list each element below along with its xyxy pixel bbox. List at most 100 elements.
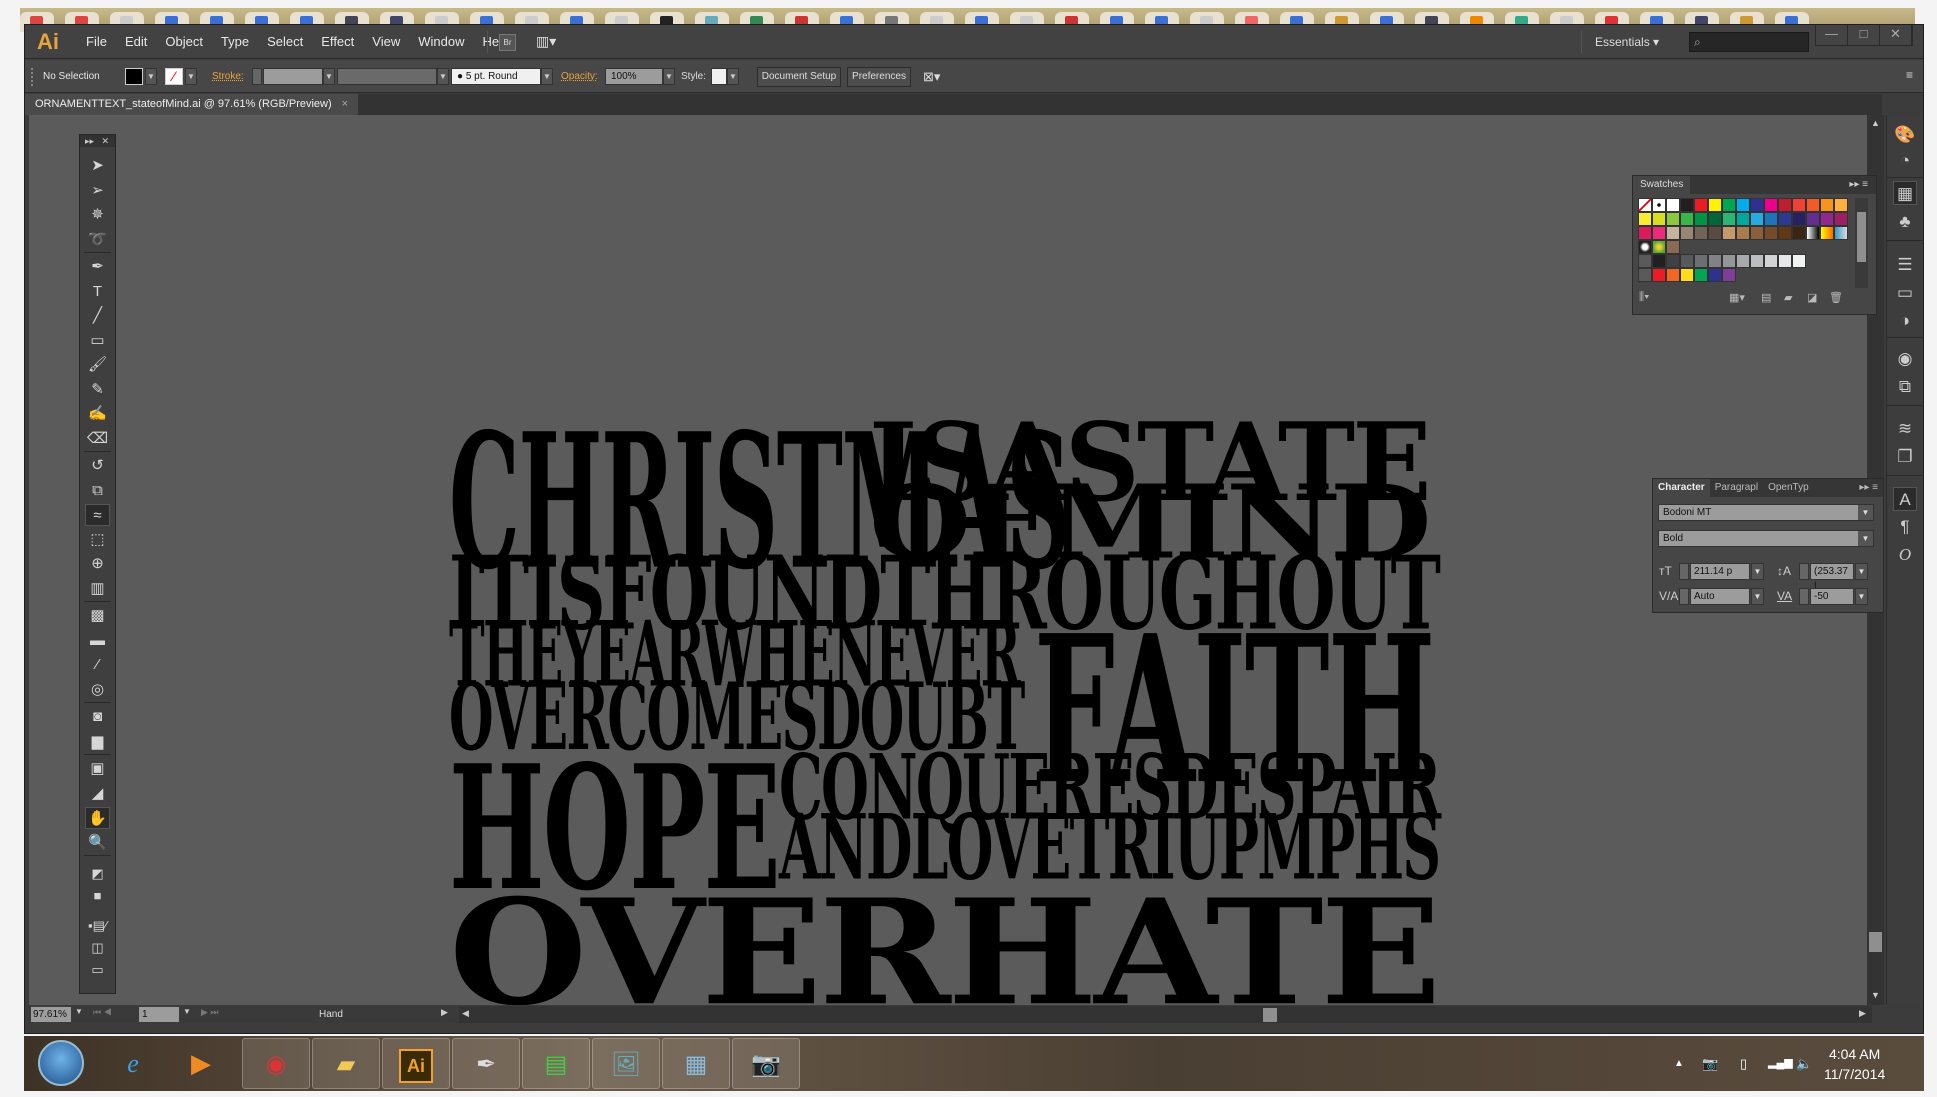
swatch[interactable] bbox=[1694, 268, 1708, 282]
new-swatch-icon[interactable]: ◪ bbox=[1807, 291, 1817, 304]
swatch[interactable] bbox=[1736, 226, 1750, 240]
zoom-level-field[interactable]: 97.61% bbox=[31, 1007, 71, 1022]
paragraph-panel-icon[interactable]: ¶ bbox=[1893, 515, 1917, 539]
stroke-weight-stepper[interactable] bbox=[252, 68, 262, 85]
swatch[interactable] bbox=[1792, 212, 1806, 226]
leading-field[interactable]: (253.37 | bbox=[1810, 563, 1854, 592]
opacity-dropdown[interactable]: ▼ bbox=[663, 68, 675, 85]
stroke-weight-dropdown[interactable]: ▼ bbox=[323, 68, 335, 85]
swatch[interactable] bbox=[1764, 212, 1778, 226]
artboard-number-field[interactable]: 1 bbox=[139, 1007, 179, 1022]
lasso-tool-icon[interactable]: ➰ bbox=[85, 229, 110, 251]
swatch[interactable] bbox=[1694, 212, 1708, 226]
brush-dropdown[interactable]: ▼ bbox=[541, 68, 553, 85]
arrange-documents-icon[interactable]: ▥▾ bbox=[536, 33, 562, 51]
swatch[interactable] bbox=[1694, 254, 1708, 268]
swatch[interactable] bbox=[1708, 198, 1722, 212]
current-tool-status[interactable]: Hand bbox=[319, 1006, 343, 1023]
slice-tool-icon[interactable]: ◢ bbox=[85, 783, 110, 805]
stroke-panel-icon[interactable]: ☰ bbox=[1893, 253, 1917, 277]
file-explorer-icon[interactable]: ▰ bbox=[312, 1038, 380, 1089]
grip-handle[interactable] bbox=[31, 68, 34, 86]
drawing-mode-icon[interactable]: ◫ bbox=[85, 937, 110, 959]
horizontal-scroll-thumb[interactable] bbox=[1263, 1008, 1277, 1022]
camera-icon[interactable]: 📷 bbox=[732, 1038, 800, 1089]
swatch[interactable] bbox=[1666, 254, 1680, 268]
font-size-stepper[interactable] bbox=[1679, 563, 1689, 580]
swatch[interactable] bbox=[1764, 254, 1778, 268]
swatch[interactable] bbox=[1722, 226, 1736, 240]
swatch[interactable] bbox=[1750, 226, 1764, 240]
selection-tool-icon[interactable]: ➤ bbox=[85, 155, 110, 177]
swatch[interactable] bbox=[1638, 226, 1652, 240]
swatches-scrollbar[interactable] bbox=[1855, 198, 1868, 288]
swatch[interactable] bbox=[1708, 212, 1722, 226]
panel-menu-icon[interactable]: ▸▸ ≡ bbox=[1849, 176, 1868, 194]
panel-menu-icon[interactable]: ▸▸ ≡ bbox=[1854, 479, 1883, 497]
pencil-tool-icon[interactable]: ✎ bbox=[85, 379, 110, 401]
swatch[interactable] bbox=[1708, 268, 1722, 282]
tracking-dropdown[interactable]: ▼ bbox=[1855, 588, 1868, 605]
blend-tool-icon[interactable]: ◎ bbox=[85, 679, 110, 701]
start-button[interactable] bbox=[38, 1040, 84, 1086]
swatch[interactable] bbox=[1666, 226, 1680, 240]
art-text-over-hate[interactable]: OVERHATE bbox=[449, 880, 1441, 1005]
symbols-icon[interactable]: ♣ bbox=[1893, 210, 1917, 234]
first-artboard-icon[interactable]: ⏮ ◀ bbox=[93, 1007, 112, 1018]
swatch[interactable] bbox=[1806, 198, 1820, 212]
battery-icon[interactable]: ▯ bbox=[1740, 1036, 1747, 1091]
swatch[interactable] bbox=[1666, 268, 1680, 282]
swatch[interactable] bbox=[1750, 198, 1764, 212]
swatch-folder[interactable] bbox=[1638, 268, 1652, 282]
tracking-stepper[interactable] bbox=[1799, 588, 1809, 605]
swatch[interactable] bbox=[1680, 268, 1694, 282]
document-setup-button[interactable]: Document Setup bbox=[757, 67, 841, 87]
swatch[interactable] bbox=[1694, 226, 1708, 240]
tab-character[interactable]: Character bbox=[1653, 479, 1710, 497]
font-family-select[interactable]: Bodoni MT ▼ bbox=[1658, 504, 1874, 521]
close-tab-icon[interactable]: × bbox=[342, 98, 348, 110]
swatch[interactable] bbox=[1806, 212, 1820, 226]
swatch[interactable] bbox=[1652, 254, 1666, 268]
width-tool-icon[interactable]: ≈ bbox=[85, 504, 110, 526]
leading-dropdown[interactable]: ▼ bbox=[1855, 563, 1868, 580]
resource-monitor-icon[interactable]: ▤ bbox=[522, 1038, 590, 1089]
type-tool-icon[interactable]: T bbox=[85, 281, 110, 303]
column-graph-tool-icon[interactable]: ▆ bbox=[85, 731, 110, 753]
isolate-selected-icon[interactable]: ⊠▾ bbox=[923, 60, 940, 93]
opentype-panel-icon[interactable]: O bbox=[1893, 543, 1917, 567]
delete-swatch-icon[interactable]: 🗑 bbox=[1829, 291, 1843, 304]
gradient-panel-icon[interactable]: ▭ bbox=[1893, 281, 1917, 305]
vertical-scroll-thumb[interactable] bbox=[1869, 932, 1882, 952]
swatch-registration[interactable] bbox=[1652, 198, 1666, 212]
swatch[interactable] bbox=[1834, 198, 1848, 212]
swatch[interactable] bbox=[1834, 212, 1848, 226]
swatch-options-icon[interactable]: ▤ bbox=[1761, 291, 1771, 304]
rotate-tool-icon[interactable]: ↺ bbox=[85, 455, 110, 477]
search-input[interactable]: ⌕ bbox=[1689, 32, 1809, 52]
swatch[interactable] bbox=[1764, 226, 1778, 240]
show-swatch-kinds-icon[interactable]: ▦▾ bbox=[1729, 291, 1745, 304]
opacity-label[interactable]: Opacity: bbox=[561, 60, 598, 93]
fill-dropdown[interactable]: ▼ bbox=[145, 68, 157, 85]
close-button[interactable]: ✕ bbox=[1880, 25, 1912, 45]
stroke-weight-field[interactable] bbox=[263, 68, 323, 85]
layers-icon[interactable]: ≋ bbox=[1893, 417, 1917, 441]
menu-type[interactable]: Type bbox=[212, 25, 258, 59]
tab-opentype[interactable]: OpenTyp bbox=[1763, 479, 1814, 497]
rectangle-tool-icon[interactable]: ▭ bbox=[85, 330, 110, 352]
maximize-button[interactable]: □ bbox=[1848, 25, 1880, 45]
appearance-icon[interactable]: ◉ bbox=[1893, 347, 1917, 371]
swatch[interactable] bbox=[1792, 254, 1806, 268]
menu-object[interactable]: Object bbox=[156, 25, 212, 59]
chrome-icon[interactable]: ◉ bbox=[242, 1038, 310, 1089]
swatch[interactable] bbox=[1680, 212, 1694, 226]
color-mode-icon[interactable]: ▪▤⁄ bbox=[85, 915, 110, 937]
swatch-gradient-orange[interactable] bbox=[1820, 226, 1834, 240]
symbol-sprayer-tool-icon[interactable]: ◙ bbox=[85, 706, 110, 728]
swatch-gradient-bw[interactable] bbox=[1806, 226, 1820, 240]
swatch[interactable] bbox=[1778, 198, 1792, 212]
zoom-tool-icon[interactable]: 🔍 bbox=[85, 832, 110, 854]
new-color-group-icon[interactable]: ▰ bbox=[1784, 291, 1792, 304]
swatch[interactable] bbox=[1792, 198, 1806, 212]
